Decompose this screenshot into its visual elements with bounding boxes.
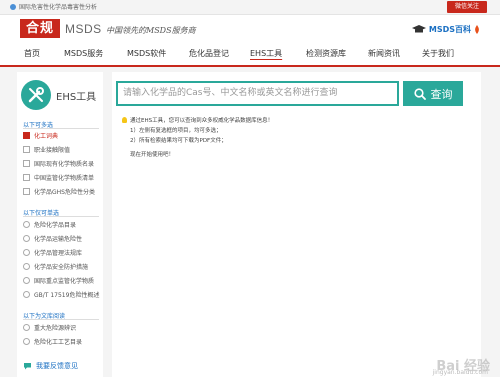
nav-item-hazchem-registration[interactable]: 危化品登记 [189, 48, 229, 60]
chat-bubble-icon [24, 363, 31, 370]
item-label: 中国监管化学物质清单 [34, 175, 95, 182]
ehs-tools-logo [21, 80, 51, 110]
feedback-text: 我要反馈意见 [36, 362, 78, 370]
wrench-screwdriver-icon [28, 87, 44, 103]
radio-icon [23, 324, 30, 331]
intro-line-4: 现在开始使用吧！ [130, 152, 175, 158]
feedback-link[interactable]: 我要反馈意见 [23, 361, 78, 371]
radio-hazardous-chemicals-catalog[interactable]: 危险化学品目录 [23, 220, 76, 229]
flame-icon [475, 25, 479, 34]
item-label: 化学品运输危险性 [34, 236, 83, 243]
item-label: 化学品GHS危险性分类 [34, 189, 95, 196]
nav-item-about[interactable]: 关于我们 [422, 48, 454, 60]
radio-icon [23, 277, 30, 284]
checkbox-icon [23, 160, 30, 167]
checkbox-occupational-exposure-limits[interactable]: 职业接触限值 [23, 145, 70, 154]
search-input[interactable]: 请输入化学品的Cas号、中文名称或英文名称进行查询 [116, 81, 399, 106]
search-icon [413, 87, 426, 100]
intro-line-2: 1）左侧有复选框的项目，均可多选； [130, 128, 222, 134]
divider [23, 319, 99, 320]
watermark-url: jingyan.baidu.com [432, 369, 488, 376]
radio-transport-hazard[interactable]: 化学品运输危险性 [23, 234, 82, 243]
checkbox-china-regulated-list[interactable]: 中国监管化学物质清单 [23, 173, 94, 182]
info-icon [10, 3, 16, 10]
item-label: 化学品安全防护措施 [34, 264, 89, 271]
library-item-major-hazard[interactable]: 重大危险源辨识 [23, 323, 76, 332]
checkbox-checked-icon [23, 132, 30, 139]
msds-baike-link[interactable]: MSDS百科 [411, 24, 480, 35]
intro-text: 通过EHS工具，您可以查询到众多权威化学品数据库信息！ 1）左侧有复选框的项目，… [122, 116, 273, 160]
radio-intl-key-regulated[interactable]: 国际重点监管化学物质 [23, 276, 94, 285]
top-bar-left-text: 国际危害性化学品毒害性分析 [19, 4, 98, 11]
intro-line-1: 通过EHS工具，您可以查询到众多权威化学品数据库信息！ [130, 118, 274, 124]
logo-msds-text: MSDS [65, 22, 102, 36]
site-logo[interactable]: 合规 [20, 19, 60, 38]
item-label: 重大危险源辨识 [34, 325, 77, 332]
nav-item-news[interactable]: 新闻资讯 [368, 48, 400, 60]
site-slogan: 中国领先的MSDS服务商 [106, 26, 196, 35]
item-label: 国际现有化学物质名录 [34, 161, 95, 168]
search-button[interactable]: 查询 [403, 81, 463, 106]
lightbulb-icon [122, 117, 127, 123]
divider [23, 216, 99, 217]
search-button-label: 查询 [430, 87, 453, 101]
main-nav: 首页 MSDS服务 MSDS软件 危化品登记 EHS工具 检测资源库 新闻资讯 … [0, 45, 500, 67]
radio-regulations-library[interactable]: 化学品管理法规库 [23, 248, 82, 257]
item-label: 职业接触限值 [34, 147, 71, 154]
nav-item-testing-resources[interactable]: 检测资源库 [306, 48, 346, 60]
graduation-cap-icon [411, 25, 426, 33]
radio-icon [23, 291, 30, 298]
item-label: GB/T 17519危险性概述 [34, 292, 100, 299]
checkbox-icon [23, 188, 30, 195]
nav-item-home[interactable]: 首页 [24, 48, 40, 60]
item-label: 国际重点监管化学物质 [34, 278, 95, 285]
radio-icon [23, 235, 30, 242]
item-label: 化工词典 [34, 133, 59, 140]
nav-item-msds-software[interactable]: MSDS软件 [127, 48, 166, 60]
radio-icon [23, 338, 30, 345]
item-label: 危险化工工艺目录 [34, 339, 83, 346]
radio-icon [23, 249, 30, 256]
ehs-title: EHS工具 [56, 92, 97, 103]
checkbox-icon [23, 146, 30, 153]
brand-right-text: MSDS百科 [428, 25, 471, 34]
item-label: 危险化学品目录 [34, 222, 77, 229]
divider [23, 128, 99, 129]
checkbox-intl-chemical-inventory[interactable]: 国际现有化学物质名录 [23, 159, 94, 168]
radio-icon [23, 221, 30, 228]
radio-gbt-17519[interactable]: GB/T 17519危险性概述 [23, 290, 99, 299]
main-panel: 请输入化学品的Cas号、中文名称或英文名称进行查询 查询 通过EHS工具，您可以… [112, 72, 481, 377]
nav-item-ehs-tools[interactable]: EHS工具 [250, 48, 282, 60]
radio-safety-measures[interactable]: 化学品安全防护措施 [23, 262, 88, 271]
nav-item-msds-service[interactable]: MSDS服务 [64, 48, 103, 60]
library-item-hazardous-processes[interactable]: 危险化工工艺目录 [23, 337, 82, 346]
item-label: 化学品管理法规库 [34, 250, 83, 257]
checkbox-icon [23, 174, 30, 181]
wechat-follow-button[interactable]: 微信关注 [446, 1, 487, 13]
top-bar-left[interactable]: 国际危害性化学品毒害性分析 [10, 2, 97, 11]
top-bar: 国际危害性化学品毒害性分析 微信关注 [0, 0, 500, 15]
checkbox-chemical-dictionary[interactable]: 化工词典 [23, 131, 58, 140]
intro-line-3: 2）所有检索结果均可下载为PDF文件； [130, 138, 227, 144]
radio-icon [23, 263, 30, 270]
ehs-sidebar: EHS工具 以下可多选 化工词典 职业接触限值 国际现有化学物质名录 中国监管化… [17, 72, 103, 377]
checkbox-ghs-classification[interactable]: 化学品GHS危险性分类 [23, 187, 95, 196]
